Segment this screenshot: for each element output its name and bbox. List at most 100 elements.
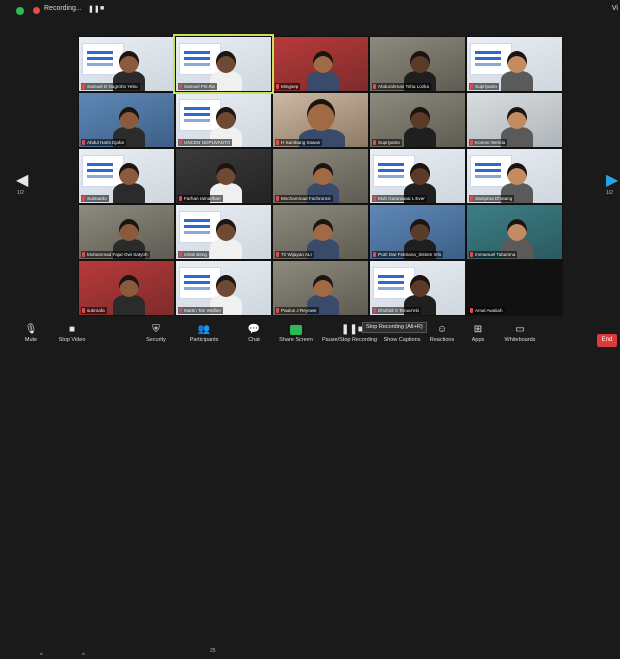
participant-video-tile[interactable]: Immanuel Tabarima xyxy=(466,204,563,260)
participant-name: UNCEN NOPUVANTO xyxy=(184,140,231,145)
participant-video-tile[interactable]: H Sambang Irawan xyxy=(272,92,369,148)
security-button[interactable]: ⛨ Security xyxy=(130,325,182,344)
participant-name: Ishak Beng xyxy=(184,252,207,257)
muted-mic-icon xyxy=(276,252,279,257)
participant-name-tag: Abdurahman Toha Lozka xyxy=(372,83,431,90)
muted-mic-icon xyxy=(179,140,182,145)
participant-name: Putri Dwi Febriana_Sistem Info xyxy=(378,252,442,257)
participants-button[interactable]: 👥 Participants xyxy=(178,325,230,344)
virtual-background-slide xyxy=(179,99,221,131)
participant-name: Immanuel Tabarima xyxy=(475,252,516,257)
participant-face xyxy=(507,163,527,185)
participant-video-tile[interactable]: UNCEN NOPUVANTO xyxy=(175,92,272,148)
participant-body xyxy=(307,71,339,91)
participant-name: Sulmardo xyxy=(87,196,107,201)
participant-name: Amal Awaliah xyxy=(475,308,503,313)
participant-name: Supriyanto xyxy=(378,140,400,145)
participant-video-tile[interactable]: Amal Awaliah xyxy=(466,260,563,316)
participant-face xyxy=(119,163,139,185)
participant-video-tile[interactable]: Putri Dwi Febriana_Sistem Info xyxy=(369,204,466,260)
muted-mic-icon xyxy=(179,84,182,89)
participant-video-tile[interactable]: Abdurahman Toha Lozka xyxy=(369,36,466,92)
next-page-arrow-icon[interactable]: ▶ xyxy=(606,170,618,190)
participant-name: Abdurahman Toha Lozka xyxy=(378,84,429,89)
muted-mic-icon xyxy=(82,196,85,201)
participant-face xyxy=(507,219,527,241)
participant-video-tile[interactable]: Abdul Haris Djafar xyxy=(78,92,175,148)
muted-mic-icon xyxy=(276,196,279,201)
muted-mic-icon xyxy=(276,84,279,89)
participant-video-tile[interactable]: Samuel Pst.Ra xyxy=(173,34,274,94)
view-button[interactable]: Vi xyxy=(612,5,618,12)
participant-video-tile[interactable]: Mingsep xyxy=(272,36,369,92)
participant-name: sukroafa xyxy=(87,308,105,313)
video-options-chevron-icon[interactable]: ^ xyxy=(82,653,85,659)
virtual-background-slide xyxy=(179,267,221,299)
virtual-background-slide xyxy=(470,155,512,187)
participant-body xyxy=(404,127,436,147)
share-screen-icon xyxy=(290,325,302,335)
participant-name-tag: Komoo Werida xyxy=(469,139,508,146)
participant-video-tile[interactable]: Komoo Werida xyxy=(466,92,563,148)
muted-mic-icon xyxy=(82,308,85,313)
participant-name: Farhan ramadhan xyxy=(184,196,221,201)
mute-options-chevron-icon[interactable]: ^ xyxy=(40,653,43,659)
previous-page-arrow-icon[interactable]: ◀ xyxy=(16,170,28,190)
participant-face xyxy=(313,51,333,73)
participant-name-tag: Farhan ramadhan xyxy=(178,195,223,202)
participant-name-tag: UNCEN NOPUVANTO xyxy=(178,139,233,146)
share-screen-button[interactable]: Share Screen xyxy=(270,325,322,343)
participant-video-tile[interactable]: Paulus J Reyowe xyxy=(272,260,369,316)
participant-video-tile[interactable]: Mochammad Fachrorosi xyxy=(272,148,369,204)
participant-body xyxy=(210,239,242,259)
participant-face xyxy=(119,51,139,73)
participant-name: Komoo Werida xyxy=(475,140,506,145)
muted-mic-icon xyxy=(373,84,376,89)
muted-mic-icon xyxy=(179,252,182,257)
muted-mic-icon xyxy=(82,84,85,89)
participant-video-tile[interactable]: Martin Tan Welber xyxy=(175,260,272,316)
previous-page-number: 1/2 xyxy=(17,190,24,196)
participant-name: Abdul Haris Djafar xyxy=(87,140,125,145)
participant-name-tag: Martin Tan Welber xyxy=(178,307,224,314)
participant-video-tile[interactable]: Samuel D Nugroho Yebu xyxy=(78,36,175,92)
participant-face xyxy=(216,51,236,73)
participant-face xyxy=(307,99,335,131)
reactions-icon: ☺ xyxy=(436,324,448,335)
virtual-background-slide xyxy=(373,155,415,187)
virtual-background-slide xyxy=(179,211,221,243)
pause-recording-button[interactable]: ❚❚ xyxy=(88,5,100,13)
participant-video-tile[interactable]: Supriyanto xyxy=(369,92,466,148)
participant-face xyxy=(216,275,236,297)
virtual-background-slide xyxy=(82,155,124,187)
participant-name: Muh Garanawai L Ever xyxy=(378,196,425,201)
participant-video-tile[interactable]: Farhan ramadhan xyxy=(175,148,272,204)
participant-video-tile[interactable]: Sulmardo xyxy=(78,148,175,204)
end-meeting-button[interactable]: End xyxy=(597,334,617,347)
next-page-number: 1/2 xyxy=(606,190,613,196)
participant-video-tile[interactable]: sukroafa xyxy=(78,260,175,316)
participant-video-tile[interactable]: Muh Garanawai L Ever xyxy=(369,148,466,204)
participant-video-tile[interactable]: Samproa Dhotang xyxy=(466,148,563,204)
stop-recording-button[interactable]: ■ xyxy=(100,5,104,12)
muted-mic-icon xyxy=(373,140,376,145)
participant-video-tile[interactable]: Dhohidi S Teruar'eki xyxy=(369,260,466,316)
participant-name-tag: Ishak Beng xyxy=(178,251,209,258)
muted-mic-icon xyxy=(82,140,85,145)
participant-face xyxy=(216,107,236,129)
participant-video-tile[interactable]: Ishak Beng xyxy=(175,204,272,260)
participant-video-tile[interactable]: Tri Wijayao ALI xyxy=(272,204,369,260)
security-shield-icon[interactable] xyxy=(16,7,24,15)
participant-body xyxy=(501,71,533,91)
participant-name: Dhohidi S Teruar'eki xyxy=(378,308,419,313)
whiteboard-icon: ▭ xyxy=(515,324,525,335)
participant-name: Mingsep xyxy=(281,84,299,89)
stop-video-label: Stop Video xyxy=(58,337,86,343)
whiteboards-button[interactable]: ▭ Whiteboards xyxy=(494,324,546,344)
muted-mic-icon xyxy=(373,196,376,201)
participant-video-tile[interactable]: Supriyanto xyxy=(466,36,563,92)
participant-name: Samproa Dhotang xyxy=(475,196,513,201)
stop-video-button[interactable]: ■ Stop Video xyxy=(46,325,98,344)
muted-mic-icon xyxy=(470,140,473,145)
participant-video-tile[interactable]: Muhammad Fajar Dwi Satyoh xyxy=(78,204,175,260)
